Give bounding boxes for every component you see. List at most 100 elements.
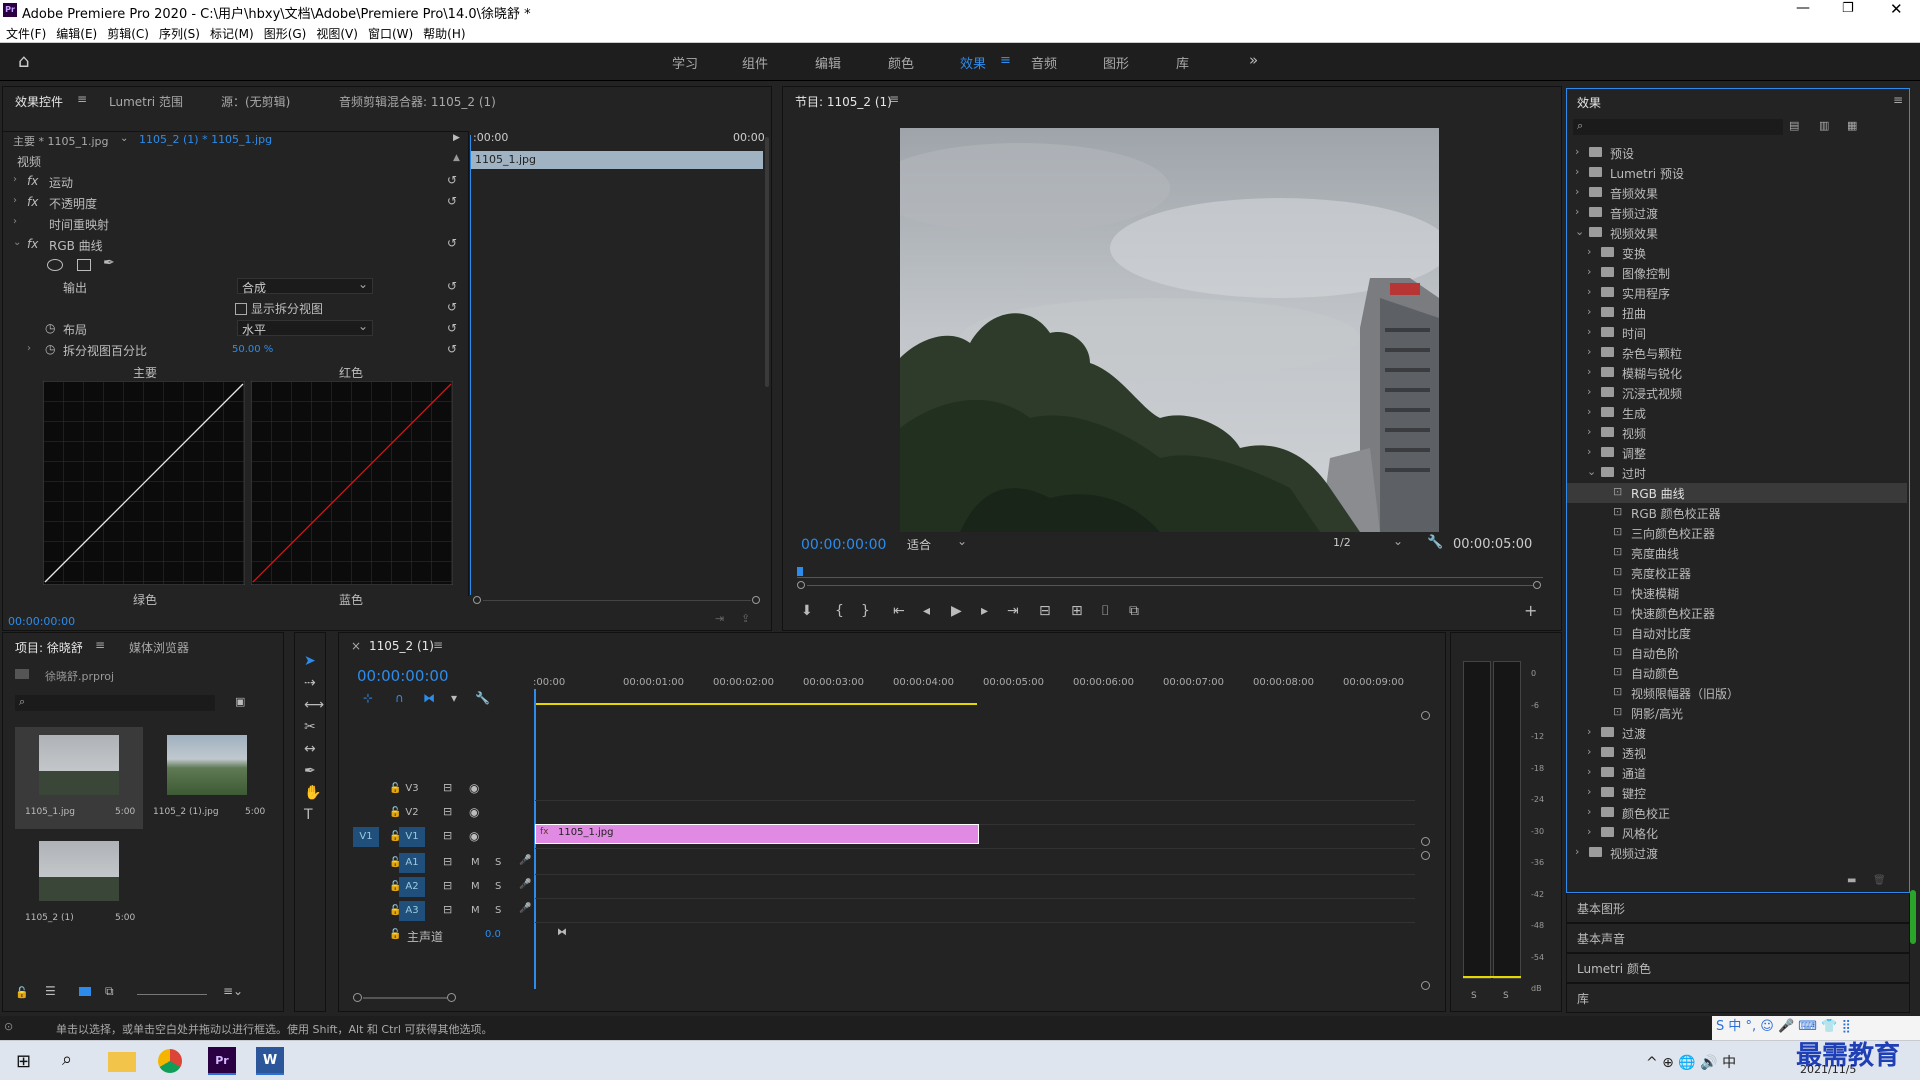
add-button-icon[interactable]: + (1524, 601, 1537, 620)
expand-arrow-icon[interactable]: › (1587, 265, 1591, 278)
expand-arrow-icon[interactable]: ⌄ (1575, 225, 1584, 238)
workspace-tab[interactable]: 图形 (1103, 53, 1129, 72)
chevron-down-icon[interactable]: ⌄ (120, 133, 128, 144)
ellipse-mask-icon[interactable] (47, 259, 63, 271)
mark-out-icon[interactable]: } (861, 603, 870, 619)
linked-selection-icon[interactable]: ⧓ (423, 691, 435, 705)
timeline-hscroll[interactable] (353, 993, 1433, 1003)
timeline-timecode[interactable]: 00:00:00:00 (357, 667, 449, 685)
effects-tree-item[interactable]: › 过渡 (1567, 723, 1907, 743)
expand-arrow-icon[interactable]: › (1587, 425, 1591, 438)
track-header[interactable]: 🔓 A1 ⊟ M S 🎤 (339, 853, 579, 875)
track-target[interactable]: A1 (399, 853, 425, 873)
mute-button[interactable]: M (471, 857, 480, 868)
project-item-thumb[interactable]: 1105_2 (1) 5:00 (15, 833, 143, 935)
zoom-slider[interactable] (137, 987, 207, 995)
go-to-out-icon[interactable]: ⇥ (1007, 603, 1019, 619)
reset-icon[interactable]: ↺ (447, 342, 457, 356)
pen-mask-icon[interactable]: ✒ (103, 255, 115, 271)
eye-icon[interactable]: ◉ (469, 781, 479, 795)
effect-row[interactable]: › fx 运动 ↺ (3, 173, 771, 193)
reset-icon[interactable]: ↺ (447, 236, 457, 250)
effects-tree-item[interactable]: ⊡ 自动对比度 (1567, 623, 1907, 643)
expand-arrow-icon[interactable]: › (1587, 285, 1591, 298)
program-timecode[interactable]: 00:00:00:00 (801, 537, 886, 553)
expand-arrow-icon[interactable]: ⌄ (1587, 465, 1596, 478)
effects-tree-item[interactable]: ⌄ 过时 (1567, 463, 1907, 483)
hand-tool-icon[interactable]: ✋ (304, 785, 321, 801)
expand-arrow-icon[interactable]: › (1587, 245, 1591, 258)
program-title[interactable]: 节目: 1105_2 (1) (795, 93, 892, 110)
go-to-in-icon[interactable]: ⇤ (893, 603, 905, 619)
timeline-tab[interactable]: 1105_2 (1) (369, 639, 434, 653)
master-volume[interactable]: 0.0 (485, 929, 501, 940)
effect-row[interactable]: › fx 不透明度 ↺ (3, 194, 771, 214)
ec-clip-bar[interactable]: 1105_1.jpg (471, 151, 763, 169)
maximize-button[interactable]: ❐ (1842, 1, 1854, 16)
expand-arrow-icon[interactable]: › (1575, 205, 1579, 218)
track-target[interactable]: V1 (399, 827, 425, 847)
effects-tree-item[interactable]: › 时间 (1567, 323, 1907, 343)
reset-icon[interactable]: ↺ (447, 321, 457, 335)
expand-arrow-icon[interactable]: › (1587, 405, 1591, 418)
program-scrub-bar[interactable] (797, 567, 1543, 589)
program-video-frame[interactable] (900, 128, 1439, 532)
fit-select[interactable]: 适合 ⌄ (907, 534, 967, 552)
effects-tree-item[interactable]: › 图像控制 (1567, 263, 1907, 283)
fx-icon[interactable]: fx (27, 237, 38, 251)
ec-tab[interactable]: Lumetri 范围 (109, 93, 183, 110)
extract-icon[interactable]: ⊞ (1071, 603, 1083, 619)
selection-tool-icon[interactable]: ➤ (304, 653, 316, 669)
workspace-tab[interactable]: 效果 (960, 53, 986, 72)
ec-tab[interactable]: 音频剪辑混合器: 1105_2 (1) (339, 93, 496, 110)
mute-button[interactable]: M (471, 881, 480, 892)
expand-arrow-icon[interactable]: › (1587, 325, 1591, 338)
expand-arrow-icon[interactable]: › (1587, 365, 1591, 378)
expand-arrow-icon[interactable]: › (1587, 805, 1591, 818)
panel-menu-icon[interactable]: ≡ (77, 92, 87, 106)
sync-lock-icon[interactable]: ⊟ (443, 781, 452, 794)
lock-icon[interactable]: 🔓 (389, 929, 401, 940)
wrench-icon[interactable]: 🔧 (1427, 535, 1443, 550)
compare-view-icon[interactable]: ⧉ (1129, 603, 1139, 619)
effects-search-input[interactable]: ⌕ (1573, 119, 1783, 135)
razor-icon[interactable]: ✂ (304, 719, 316, 735)
workspace-tab[interactable]: 音频 (1031, 53, 1057, 72)
play-only-icon[interactable]: ▶ (453, 133, 460, 143)
solo-button[interactable]: S (495, 881, 501, 892)
effects-tree-item[interactable]: › 杂色与颗粒 (1567, 343, 1907, 363)
timeline-vscroll-mid[interactable] (1421, 837, 1430, 846)
project-item-thumb[interactable]: 1105_2 (1).jpg 5:00 (143, 727, 271, 829)
workspace-tab[interactable]: 编辑 (815, 53, 841, 72)
play-icon[interactable]: ▶ (951, 603, 962, 619)
menu-item[interactable]: 文件(F) (6, 27, 46, 41)
sync-lock-icon[interactable]: ⊟ (443, 903, 452, 916)
nest-icon[interactable]: ⊹ (363, 691, 373, 705)
stopwatch-icon[interactable]: ◷ (45, 321, 55, 335)
chrome-icon[interactable] (158, 1049, 182, 1073)
export-icon[interactable]: ⇪ (741, 612, 750, 625)
voiceover-icon[interactable]: 🎤 (519, 903, 531, 914)
effects-tree-item[interactable]: ⊡ 视频限幅器（旧版） (1567, 683, 1907, 703)
new-bin-icon[interactable]: ▣ (235, 695, 245, 708)
menu-item[interactable]: 编辑(E) (56, 27, 97, 41)
sync-lock-icon[interactable]: ⊟ (443, 829, 452, 842)
workspace-tab[interactable]: 颜色 (888, 53, 914, 72)
file-explorer-icon[interactable] (108, 1052, 136, 1072)
effects-tree-item[interactable]: ⊡ 三向颜色校正器 (1567, 523, 1907, 543)
effects-tree-item[interactable]: › 视频 (1567, 423, 1907, 443)
master-track[interactable]: 🔓 主声道 0.0 ⧓ (339, 925, 579, 947)
effects-tree-item[interactable]: › 音频过渡 (1567, 203, 1907, 223)
32bit-effects-icon[interactable]: ▥ (1819, 119, 1829, 132)
minimize-button[interactable]: — (1796, 0, 1810, 16)
effects-tree-item[interactable]: › 键控 (1567, 783, 1907, 803)
workspace-menu-icon[interactable]: ≡ (1000, 53, 1011, 68)
effects-tree-item[interactable]: ⊡ 自动色阶 (1567, 643, 1907, 663)
expand-arrow-icon[interactable]: › (1587, 385, 1591, 398)
new-bin-icon[interactable]: ▬ (1847, 875, 1856, 886)
expand-arrow-icon[interactable]: › (1587, 305, 1591, 318)
expand-arrow-icon[interactable]: › (1587, 765, 1591, 778)
effects-tree-item[interactable]: › 调整 (1567, 443, 1907, 463)
lock-icon[interactable]: 🔓 (15, 986, 29, 999)
project-item-thumb[interactable]: 1105_1.jpg 5:00 (15, 727, 143, 829)
